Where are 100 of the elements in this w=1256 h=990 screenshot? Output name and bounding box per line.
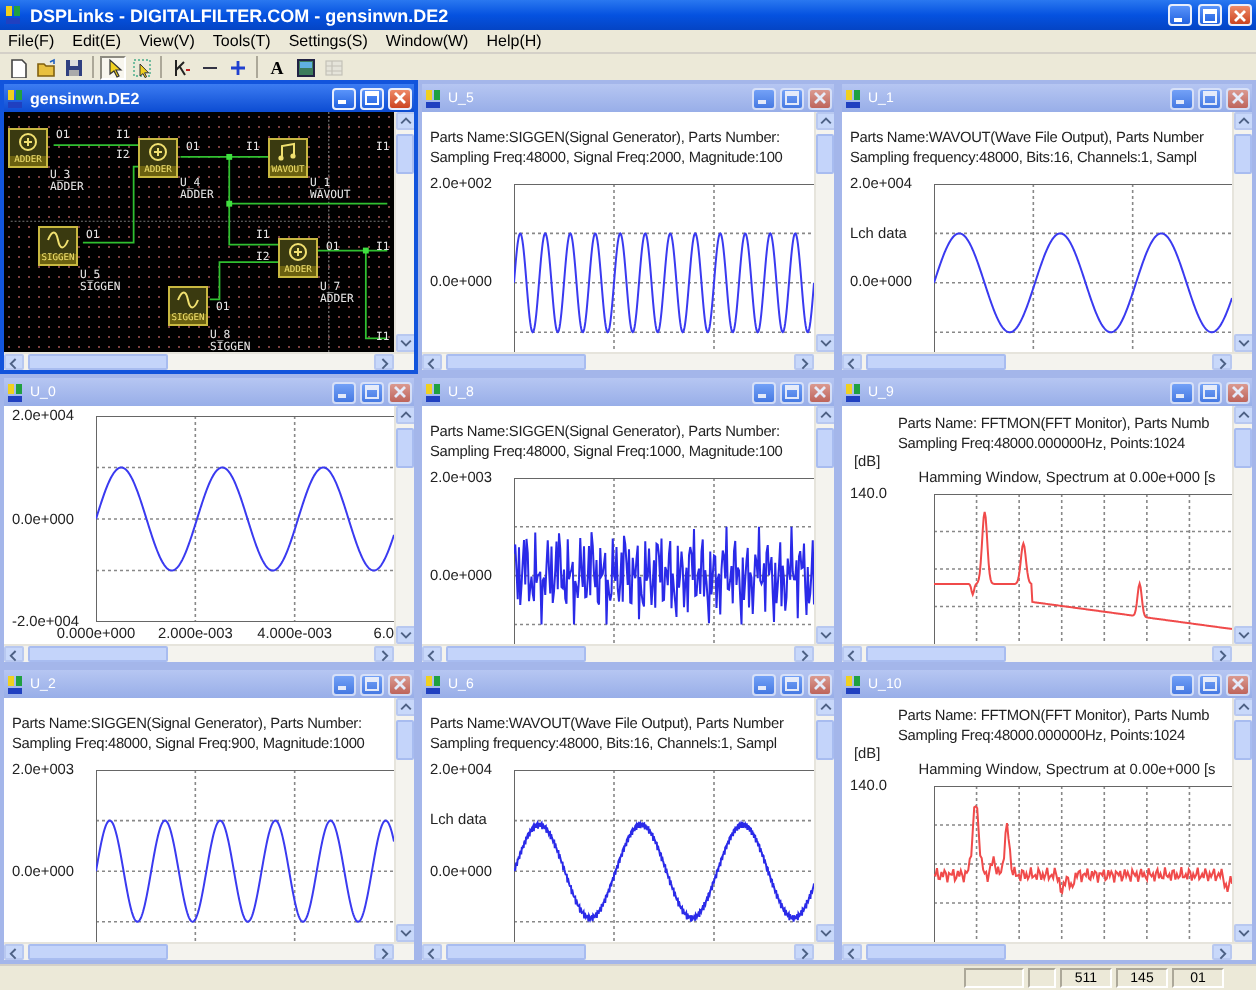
scroll-up-button[interactable]	[396, 112, 414, 130]
close-button[interactable]	[808, 87, 832, 109]
scroll-left-button[interactable]	[422, 646, 442, 662]
close-button[interactable]	[388, 381, 412, 403]
horizontal-scrollbar[interactable]	[422, 352, 814, 370]
scroll-up-button[interactable]	[396, 698, 414, 716]
scroll-left-button[interactable]	[4, 354, 24, 370]
scroll-right-button[interactable]	[374, 944, 394, 960]
scroll-right-button[interactable]	[1212, 646, 1232, 662]
scroll-left-button[interactable]	[842, 354, 862, 370]
scroll-thumb[interactable]	[28, 354, 168, 370]
size-grip[interactable]	[814, 942, 834, 960]
vertical-scrollbar[interactable]	[1232, 698, 1252, 942]
scroll-thumb[interactable]	[396, 134, 414, 174]
menu-item[interactable]: Edit(E)	[72, 32, 122, 50]
minimize-button[interactable]	[1168, 4, 1192, 26]
menu-item[interactable]: File(F)	[8, 32, 55, 50]
minimize-button[interactable]	[1170, 673, 1194, 695]
menu-item[interactable]: Window(W)	[385, 32, 469, 50]
scroll-up-button[interactable]	[816, 112, 834, 130]
scroll-thumb[interactable]	[1234, 720, 1252, 760]
size-grip[interactable]	[394, 942, 414, 960]
scroll-thumb[interactable]	[446, 354, 586, 370]
vertical-scrollbar[interactable]	[1232, 406, 1252, 644]
scroll-thumb[interactable]	[1234, 134, 1252, 174]
vertical-scrollbar[interactable]	[814, 698, 834, 942]
close-button[interactable]	[388, 673, 412, 695]
horizontal-scrollbar[interactable]	[842, 942, 1232, 960]
scroll-down-button[interactable]	[1234, 334, 1252, 352]
menu-item[interactable]: View(V)	[139, 32, 195, 50]
scroll-thumb[interactable]	[866, 354, 1006, 370]
toolbar-button[interactable]	[100, 55, 126, 79]
maximize-button[interactable]	[1198, 4, 1222, 26]
minimize-button[interactable]	[332, 381, 356, 403]
minimize-button[interactable]	[332, 87, 356, 109]
horizontal-scrollbar[interactable]	[422, 644, 814, 662]
toolbar-button[interactable]: A	[264, 55, 290, 79]
maximize-button[interactable]	[360, 381, 384, 403]
vertical-scrollbar[interactable]	[1232, 112, 1252, 352]
maximize-button[interactable]	[1198, 673, 1222, 695]
scroll-thumb[interactable]	[28, 646, 168, 662]
scroll-thumb[interactable]	[816, 134, 834, 174]
maximize-button[interactable]	[780, 87, 804, 109]
minimize-button[interactable]	[1170, 87, 1194, 109]
scroll-thumb[interactable]	[816, 720, 834, 760]
menu-item[interactable]: Settings(S)	[288, 32, 368, 50]
scroll-down-button[interactable]	[396, 626, 414, 644]
scroll-down-button[interactable]	[816, 626, 834, 644]
scroll-down-button[interactable]	[396, 334, 414, 352]
scroll-right-button[interactable]	[374, 646, 394, 662]
scroll-right-button[interactable]	[1212, 354, 1232, 370]
size-grip[interactable]	[814, 352, 834, 370]
scroll-right-button[interactable]	[374, 354, 394, 370]
scroll-thumb[interactable]	[816, 428, 834, 468]
horizontal-scrollbar[interactable]	[4, 942, 394, 960]
close-button[interactable]	[1226, 87, 1250, 109]
minimize-button[interactable]	[752, 87, 776, 109]
scroll-up-button[interactable]	[1234, 698, 1252, 716]
close-button[interactable]	[808, 381, 832, 403]
close-button[interactable]	[1226, 381, 1250, 403]
scroll-up-button[interactable]	[396, 406, 414, 424]
scroll-down-button[interactable]	[1234, 924, 1252, 942]
close-button[interactable]	[1228, 4, 1252, 26]
close-button[interactable]	[808, 673, 832, 695]
maximize-button[interactable]	[780, 673, 804, 695]
maximize-button[interactable]	[360, 673, 384, 695]
vertical-scrollbar[interactable]	[394, 112, 414, 352]
scroll-down-button[interactable]	[396, 924, 414, 942]
close-button[interactable]	[1226, 673, 1250, 695]
vertical-scrollbar[interactable]	[394, 406, 414, 644]
scroll-thumb[interactable]	[866, 944, 1006, 960]
size-grip[interactable]	[814, 644, 834, 662]
vertical-scrollbar[interactable]	[394, 698, 414, 942]
vertical-scrollbar[interactable]	[814, 406, 834, 644]
close-button[interactable]	[388, 87, 412, 109]
scroll-thumb[interactable]	[396, 720, 414, 760]
minimize-button[interactable]	[1170, 381, 1194, 403]
scroll-up-button[interactable]	[816, 406, 834, 424]
minimize-button[interactable]	[752, 673, 776, 695]
scroll-right-button[interactable]	[794, 646, 814, 662]
scroll-left-button[interactable]	[422, 354, 442, 370]
scroll-up-button[interactable]	[816, 698, 834, 716]
scroll-thumb[interactable]	[1234, 428, 1252, 468]
scroll-down-button[interactable]	[816, 334, 834, 352]
size-grip[interactable]	[1232, 942, 1252, 960]
scroll-thumb[interactable]	[446, 944, 586, 960]
scroll-left-button[interactable]	[4, 646, 24, 662]
size-grip[interactable]	[394, 352, 414, 370]
scroll-up-button[interactable]	[1234, 112, 1252, 130]
scroll-down-button[interactable]	[816, 924, 834, 942]
scroll-thumb[interactable]	[396, 428, 414, 468]
horizontal-scrollbar[interactable]	[422, 942, 814, 960]
scroll-thumb[interactable]	[866, 646, 1006, 662]
size-grip[interactable]	[1232, 352, 1252, 370]
horizontal-scrollbar[interactable]	[842, 644, 1232, 662]
toolbar-button[interactable]	[128, 55, 154, 79]
scroll-thumb[interactable]	[446, 646, 586, 662]
minimize-button[interactable]	[332, 673, 356, 695]
horizontal-scrollbar[interactable]	[4, 352, 394, 370]
maximize-button[interactable]	[360, 87, 384, 109]
